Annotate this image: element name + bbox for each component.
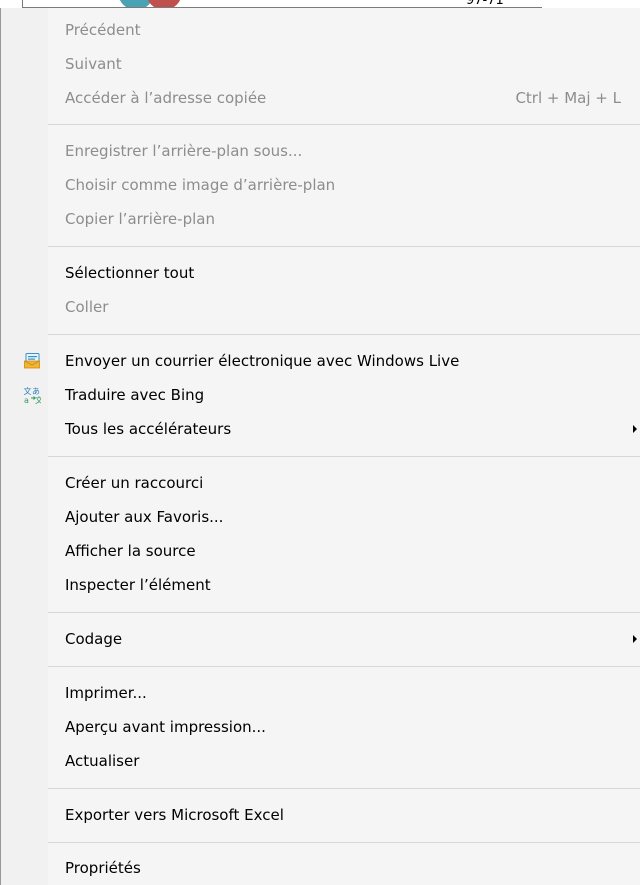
background-text: 97-71 — [466, 0, 504, 8]
menu-separator — [48, 246, 640, 247]
background-frame — [22, 0, 542, 8]
submenu-arrow-icon — [633, 425, 637, 433]
context-menu: Précédent Suivant Accéder à l’adresse co… — [0, 8, 640, 885]
menu-item-label: Aperçu avant impression... — [65, 718, 266, 736]
windows-live-mail-icon — [24, 353, 40, 369]
menu-item-label: Choisir comme image d’arrière-plan — [65, 176, 336, 194]
menu-item-label: Afficher la source — [65, 542, 196, 560]
menu-item-paste[interactable]: Coller — [1, 290, 640, 324]
menu-item-all-accelerators[interactable]: Tous les accélérateurs — [1, 412, 640, 446]
menu-item-back[interactable]: Précédent — [1, 13, 640, 47]
menu-separator — [48, 788, 640, 789]
menu-item-shortcut: Ctrl + Maj + L — [515, 89, 621, 107]
svg-text:文: 文 — [24, 386, 32, 396]
menu-item-print[interactable]: Imprimer... — [1, 676, 640, 710]
menu-item-label: Exporter vers Microsoft Excel — [65, 806, 284, 824]
menu-item-go-to-copied-address[interactable]: Accéder à l’adresse copiée Ctrl + Maj + … — [1, 81, 640, 115]
menu-item-view-source[interactable]: Afficher la source — [1, 534, 640, 568]
menu-item-properties[interactable]: Propriétés — [1, 851, 640, 885]
svg-text:a: a — [24, 396, 29, 404]
menu-item-label: Inspecter l’élément — [65, 576, 211, 594]
menu-item-label: Sélectionner tout — [65, 264, 195, 282]
menu-item-label: Traduire avec Bing — [65, 386, 205, 404]
menu-item-encoding[interactable]: Codage — [1, 622, 640, 656]
menu-item-email-windows-live[interactable]: Envoyer un courrier électronique avec Wi… — [1, 344, 640, 378]
menu-item-label: Suivant — [65, 55, 122, 73]
menu-item-refresh[interactable]: Actualiser — [1, 744, 640, 778]
menu-item-label: Envoyer un courrier électronique avec Wi… — [65, 352, 460, 370]
menu-item-copy-background[interactable]: Copier l’arrière-plan — [1, 202, 640, 236]
menu-item-forward[interactable]: Suivant — [1, 47, 640, 81]
menu-item-label: Coller — [65, 298, 109, 316]
menu-item-create-shortcut[interactable]: Créer un raccourci — [1, 466, 640, 500]
menu-item-translate-bing[interactable]: 文 あ a 文 Traduire avec Bing — [1, 378, 640, 412]
menu-item-save-background-as[interactable]: Enregistrer l’arrière-plan sous... — [1, 134, 640, 168]
menu-item-select-all[interactable]: Sélectionner tout — [1, 256, 640, 290]
menu-separator — [48, 842, 640, 843]
menu-item-label: Précédent — [65, 21, 141, 39]
menu-item-set-as-background[interactable]: Choisir comme image d’arrière-plan — [1, 168, 640, 202]
menu-separator — [48, 124, 640, 125]
menu-item-label: Copier l’arrière-plan — [65, 210, 215, 228]
page: 97-71 Précédent Suivant Accéder à l’adre… — [0, 0, 640, 885]
menu-item-label: Ajouter aux Favoris... — [65, 508, 224, 526]
menu-item-label: Propriétés — [65, 859, 141, 877]
menu-separator — [48, 666, 640, 667]
menu-item-inspect-element[interactable]: Inspecter l’élément — [1, 568, 640, 602]
menu-item-label: Imprimer... — [65, 684, 147, 702]
menu-item-label: Accéder à l’adresse copiée — [65, 89, 267, 107]
menu-item-label: Créer un raccourci — [65, 474, 204, 492]
svg-text:文: 文 — [35, 395, 41, 404]
menu-item-label: Tous les accélérateurs — [65, 420, 232, 438]
menu-item-add-to-favorites[interactable]: Ajouter aux Favoris... — [1, 500, 640, 534]
menu-item-label: Codage — [65, 630, 123, 648]
menu-item-label: Actualiser — [65, 752, 140, 770]
menu-separator — [48, 334, 640, 335]
submenu-arrow-icon — [633, 635, 637, 643]
bing-translate-icon: 文 あ a 文 — [24, 386, 42, 404]
menu-item-export-to-excel[interactable]: Exporter vers Microsoft Excel — [1, 798, 640, 832]
menu-separator — [48, 456, 640, 457]
menu-separator — [48, 612, 640, 613]
menu-item-label: Enregistrer l’arrière-plan sous... — [65, 142, 303, 160]
menu-item-print-preview[interactable]: Aperçu avant impression... — [1, 710, 640, 744]
svg-text:あ: あ — [32, 387, 40, 396]
